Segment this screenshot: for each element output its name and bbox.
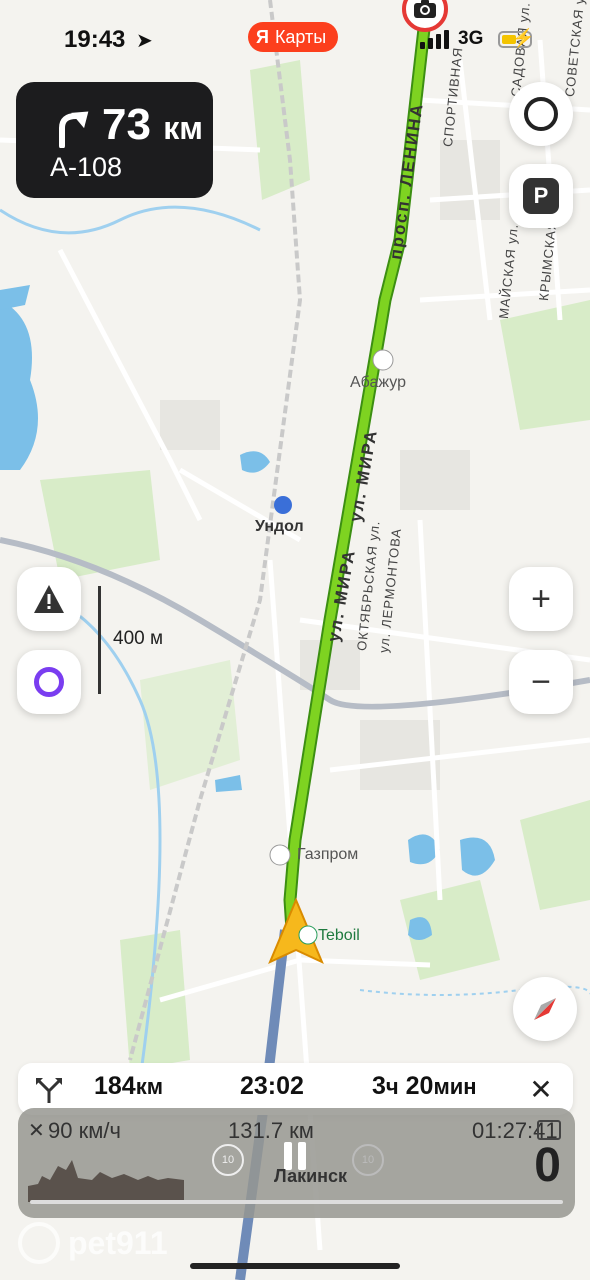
maps-brand-pill[interactable]: Я Карты [248, 22, 339, 52]
minus-icon: − [531, 662, 551, 701]
brand-logo: Я [256, 26, 269, 47]
profile-icon [524, 97, 558, 131]
status-time: 19:43 [64, 26, 126, 53]
status-bar: 19:43 ➤ Я Карты 3G ⚡ [0, 0, 590, 80]
warning-icon [34, 585, 64, 613]
home-indicator[interactable] [190, 1263, 400, 1269]
location-arrow-icon: ➤ [136, 30, 153, 52]
scale-label: 400 м [113, 628, 164, 649]
maneuver-card[interactable]: 73 км А-108 [16, 82, 213, 198]
hotel-poi [372, 349, 394, 371]
parking-icon: P [523, 178, 559, 214]
city-skyline-image [28, 1160, 184, 1202]
skip-forward-icon[interactable]: 10 [352, 1144, 384, 1176]
overlay-close-icon[interactable]: ✕ [28, 1118, 45, 1143]
gas-station-poi [298, 925, 318, 945]
alice-icon [34, 667, 64, 697]
route-duration: 3ч 20мин [372, 1072, 477, 1100]
watermark-logo-icon [18, 1222, 60, 1264]
media-overlay[interactable]: ✕ 90 км/ч 131.7 км 01:27:41 10 10 Лакинс… [18, 1108, 575, 1218]
route-options-icon[interactable] [34, 1075, 64, 1105]
maneuver-distance: 73 км [102, 100, 203, 149]
place-label-settlement: Ундол [255, 518, 304, 535]
place-label-hotel: Абажур [350, 374, 406, 391]
alice-assistant-button[interactable] [17, 650, 81, 714]
watermark: pet911 [18, 1222, 168, 1264]
scale-bar [98, 586, 101, 694]
overlay-track-label: Лакинск [274, 1166, 348, 1186]
maneuver-road: А-108 [50, 152, 123, 182]
compass-icon [534, 998, 556, 1020]
report-incident-button[interactable] [17, 567, 81, 631]
network-type: 3G [458, 28, 484, 49]
place-label-gas-2: Teboil [318, 927, 360, 944]
bus-stop-poi [274, 496, 292, 514]
watermark-text: pet911 [68, 1224, 168, 1261]
battery-icon: ⚡ [498, 28, 534, 48]
parking-button[interactable]: P [509, 164, 573, 228]
compass-button[interactable] [513, 977, 577, 1041]
overlay-window-icon[interactable] [537, 1120, 561, 1140]
route-distance: 184км [94, 1072, 164, 1100]
overlay-progress-bar[interactable] [30, 1200, 563, 1204]
plus-icon: + [531, 579, 551, 618]
overlay-big-number: 0 [534, 1139, 561, 1192]
gas-station-poi [269, 844, 291, 866]
overlay-distance: 131.7 км [228, 1118, 314, 1143]
zoom-out-button[interactable]: − [509, 650, 573, 714]
arrival-time: 23:02 [240, 1072, 304, 1100]
close-route-button[interactable]: ✕ [521, 1069, 561, 1109]
turn-right-icon [59, 111, 89, 148]
profile-button[interactable] [509, 82, 573, 146]
zoom-in-button[interactable]: + [509, 567, 573, 631]
close-icon: ✕ [529, 1073, 553, 1105]
brand-name: Карты [274, 26, 327, 47]
skip-back-icon[interactable]: 10 [212, 1144, 244, 1176]
place-label-gas-1: Газпром [297, 846, 359, 863]
park-area [40, 470, 160, 580]
overlay-speed: 90 км/ч [48, 1118, 121, 1143]
signal-icon [420, 30, 449, 49]
